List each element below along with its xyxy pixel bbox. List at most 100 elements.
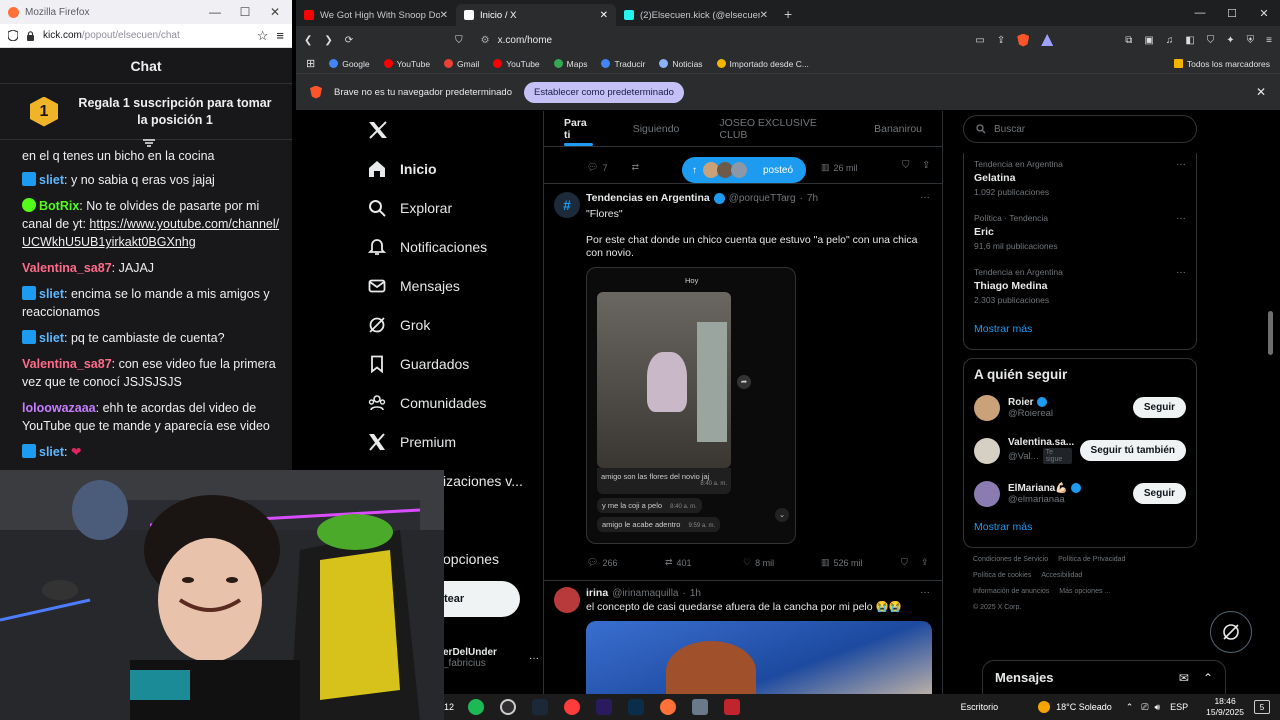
reload-icon[interactable]: ⟳ bbox=[345, 35, 353, 46]
trend-more-icon[interactable]: ··· bbox=[1176, 159, 1186, 170]
follow-button[interactable]: Seguir tú también bbox=[1079, 440, 1186, 461]
cast-icon[interactable]: ▭ bbox=[975, 35, 984, 46]
timeline-tab[interactable]: Para ti bbox=[544, 111, 613, 146]
follow-handle[interactable]: @Val... bbox=[1008, 451, 1039, 462]
bookmark-item[interactable]: Gmail bbox=[444, 59, 479, 69]
avatar[interactable] bbox=[974, 480, 1000, 507]
follow-name[interactable]: Valentina.sa... bbox=[1008, 437, 1074, 448]
chat-username[interactable]: Valentina_sa87 bbox=[22, 261, 112, 275]
grok-fab-button[interactable] bbox=[1210, 611, 1252, 653]
views-button[interactable]: ▥ 526 mil bbox=[821, 557, 901, 568]
tray-chevron-icon[interactable]: ⌃ bbox=[1126, 702, 1134, 713]
nav-item-search[interactable]: Explorar bbox=[368, 188, 544, 227]
volume-icon[interactable]: 🔊︎ bbox=[1154, 702, 1160, 713]
messages-drawer[interactable]: Mensajes ✉ ⌃ bbox=[982, 660, 1226, 694]
set-default-button[interactable]: Establecer como predeterminado bbox=[523, 81, 684, 103]
new-message-icon[interactable]: ✉ bbox=[1179, 671, 1189, 685]
media-icon[interactable]: ♫ bbox=[1166, 35, 1174, 46]
obs-icon[interactable] bbox=[500, 699, 516, 715]
follow-suggestion[interactable]: ElMariana💪🏻 @elmarianaa Seguir bbox=[964, 472, 1196, 515]
bookmark-page-icon[interactable]: ⛉ bbox=[455, 35, 463, 46]
bookmark-item[interactable]: YouTube bbox=[493, 59, 540, 69]
trend-item[interactable]: Tendencia en Argentina Thiago Medina 2.303… bbox=[964, 261, 1196, 315]
chat-username[interactable]: loloowazaaa bbox=[22, 401, 96, 415]
like-button[interactable]: ♡ 8 mil bbox=[743, 557, 821, 568]
weather-label[interactable]: 18°C Soleado bbox=[1056, 702, 1112, 712]
posted-pill[interactable]: ↑ posteó bbox=[682, 157, 806, 183]
bookmark-item[interactable]: Noticias bbox=[659, 59, 703, 69]
timeline-tab[interactable]: JOSEO EXCLUSIVE CLUB bbox=[699, 111, 854, 146]
bookmark-icon[interactable]: ⛉ bbox=[901, 557, 921, 568]
bookmark-item[interactable]: YouTube bbox=[383, 59, 430, 69]
tweet-avatar[interactable]: # bbox=[554, 192, 580, 218]
views-button[interactable]: ▥ 26 mil bbox=[821, 162, 858, 173]
apps-icon[interactable]: ⊞ bbox=[306, 57, 315, 70]
follow-handle[interactable]: @Roiereal bbox=[1008, 408, 1053, 419]
tweet-irina[interactable]: irina @irinamaquilla · 1h ··· el concept… bbox=[544, 581, 942, 694]
timeline-tab[interactable]: Bananirou bbox=[854, 111, 942, 146]
browser-tab[interactable]: We Got High With Snoop Dogg, Wiz✕ bbox=[296, 4, 456, 26]
share-icon[interactable]: ⇪ bbox=[997, 35, 1005, 46]
footer-link[interactable]: © 2025 X Corp. bbox=[973, 600, 1021, 616]
capcut-icon[interactable] bbox=[564, 699, 580, 715]
language-label[interactable]: ESP bbox=[1170, 702, 1188, 712]
network-icon[interactable]: ⎚ bbox=[1141, 702, 1148, 713]
bookmark-item[interactable]: Maps bbox=[553, 59, 587, 69]
firefox-icon[interactable] bbox=[660, 699, 676, 715]
chat-username[interactable]: sliet bbox=[39, 331, 64, 345]
reply-button[interactable]: 💬︎ 266 bbox=[587, 557, 665, 568]
bookmark-star-icon[interactable]: ☆ bbox=[257, 28, 269, 44]
menu-icon[interactable]: ≡ bbox=[276, 28, 284, 43]
trend-item[interactable]: Política · Tendencia Eric 91,6 mil publica… bbox=[964, 207, 1196, 261]
brave-maximize-button[interactable]: ☐ bbox=[1216, 0, 1248, 26]
vpn-icon[interactable]: ⛨ bbox=[1247, 35, 1255, 46]
bookmark-item[interactable]: Importado desde C... bbox=[716, 59, 809, 69]
extensions-icon[interactable]: ⧉ bbox=[1125, 35, 1132, 46]
browser-tab[interactable]: (2)Elsecuen.kick (@elsecuen.kick) | Ti✕ bbox=[616, 4, 776, 26]
page-scrollbar[interactable] bbox=[1268, 311, 1273, 355]
tweet-author-name[interactable]: Tendencias en Argentina bbox=[586, 192, 710, 204]
chat-username[interactable]: Valentina_sa87 bbox=[22, 357, 112, 371]
footer-link[interactable]: Información de anuncios bbox=[973, 584, 1049, 600]
bookmark-icon[interactable]: ⛉ bbox=[902, 160, 910, 171]
tweet-author-handle[interactable]: @irinamaquilla bbox=[612, 588, 678, 599]
all-bookmarks[interactable]: Todos los marcadores bbox=[1173, 59, 1270, 69]
brave-close-button[interactable]: ✕ bbox=[1248, 0, 1280, 26]
stream-app-icon[interactable] bbox=[724, 699, 740, 715]
follow-button[interactable]: Seguir bbox=[1132, 397, 1186, 418]
desktop-label[interactable]: Escritorio bbox=[961, 702, 999, 712]
share-icon[interactable]: ⇪ bbox=[922, 160, 930, 171]
account-switcher[interactable]: erDelUnder _fabricius ··· bbox=[443, 647, 539, 669]
notification-badge[interactable]: 5 bbox=[1254, 700, 1270, 714]
reply-button[interactable]: 💬︎ 7 bbox=[587, 162, 607, 173]
account-more-icon[interactable]: ··· bbox=[529, 653, 539, 664]
follow-suggestion[interactable]: Valentina.sa... @Val... Te sigue Seguir tú … bbox=[964, 429, 1196, 472]
address-bar[interactable]: ⚙ x.com/home bbox=[481, 29, 941, 51]
tab-close-icon[interactable]: ✕ bbox=[760, 10, 768, 21]
site-info-icon[interactable]: ⚙ bbox=[481, 35, 490, 46]
footer-link[interactable]: Política de cookies bbox=[973, 568, 1031, 584]
tweet-media[interactable]: Hoy amigo son las flores del novio jaj 8… bbox=[586, 267, 796, 544]
browser-tab[interactable]: Inicio / X ✕ bbox=[456, 4, 616, 26]
follow-suggestion[interactable]: Roier @Roiereal Seguir bbox=[964, 386, 1196, 429]
footer-link[interactable]: Condiciones de Servicio bbox=[973, 552, 1048, 568]
chat-username[interactable]: sliet bbox=[39, 287, 64, 301]
browser-menu-icon[interactable]: ≡ bbox=[1266, 35, 1272, 46]
footer-link[interactable]: Más opciones ... bbox=[1059, 584, 1110, 600]
footer-link[interactable]: Accesibilidad bbox=[1041, 568, 1082, 584]
nav-item-bookmark[interactable]: Guardados bbox=[368, 344, 544, 383]
footer-link[interactable]: Política de Privacidad bbox=[1058, 552, 1125, 568]
follow-handle[interactable]: @elmarianaa bbox=[1008, 494, 1065, 505]
nav-item-mail[interactable]: Mensajes bbox=[368, 266, 544, 305]
trend-more-icon[interactable]: ··· bbox=[1176, 267, 1186, 278]
clock[interactable]: 18:46 15/9/2025 bbox=[1206, 696, 1244, 718]
premiere-icon[interactable] bbox=[596, 699, 612, 715]
spotify-icon[interactable] bbox=[468, 699, 484, 715]
tweet-more-icon[interactable]: ··· bbox=[920, 587, 930, 598]
avatar[interactable] bbox=[974, 437, 1000, 464]
tweet-time[interactable]: 1h bbox=[690, 588, 701, 599]
bookmarks-icon[interactable]: ⛉ bbox=[1207, 35, 1215, 46]
avatar[interactable] bbox=[974, 394, 1000, 421]
share-icon[interactable]: ⇪ bbox=[921, 557, 929, 568]
maximize-button[interactable]: ☐ bbox=[230, 0, 260, 24]
